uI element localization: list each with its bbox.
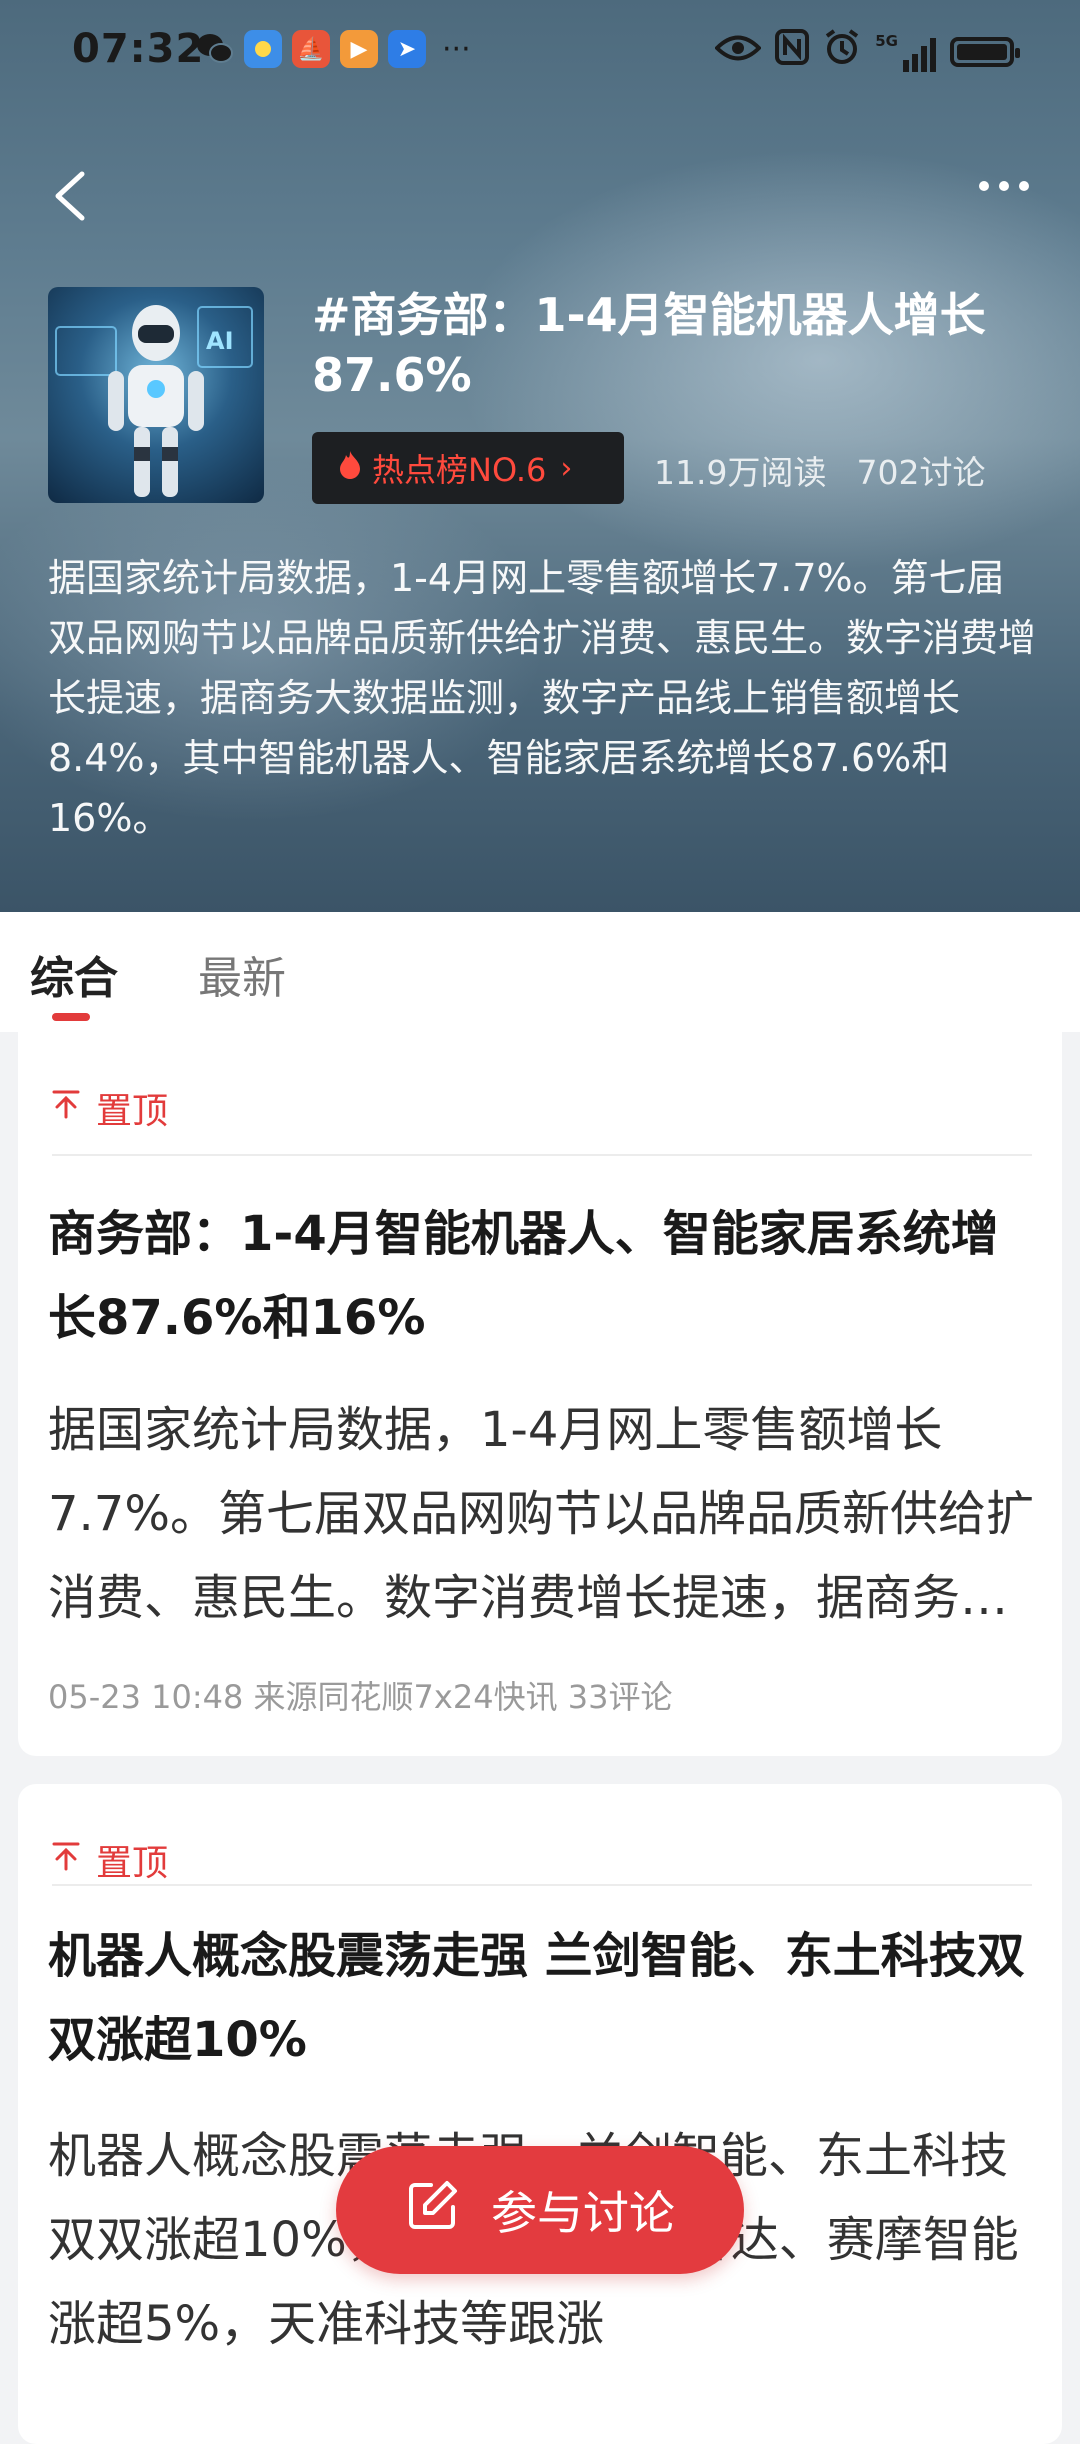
read-count: 11.9万阅读 [654,453,827,492]
topic-header: 07:32 ⛵ ▶ ➤ ··· 5G AI #商务部：1-4月智能机器人增长87… [0,0,1080,912]
edit-icon [405,2177,461,2244]
post-title[interactable]: 商务部：1-4月智能机器人、智能家居系统增长87.6%和16% [48,1192,1038,1360]
chevron-left-icon [55,171,85,221]
tab-bar: 综合 最新 [0,912,1080,1032]
divider [52,1154,1032,1156]
chevron-right-icon: › [560,450,573,486]
feather-icon: ➤ [388,30,426,68]
topic-description: 据国家统计局数据，1-4月网上零售额增长7.7%。第七届双品网购节以品牌品质新供… [48,556,1037,840]
pinned-label: 置顶 [52,1834,168,1886]
eye-icon [714,32,763,72]
topic-stats: 11.9万阅读 702讨论 [654,446,985,494]
tab-comprehensive[interactable]: 综合 [30,942,118,1006]
status-time: 07:32 [72,26,205,72]
signal-5g-icon: 5G [875,32,936,72]
active-tab-indicator [52,1013,90,1021]
video-icon: ▶ [340,30,378,68]
more-dots-icon [979,181,1029,191]
cover-ai-label: AI [206,327,234,355]
alarm-icon [823,28,861,75]
wechat-icon [196,30,234,68]
weather-icon [244,30,282,68]
nfc-icon [775,29,810,74]
pinned-label: 置顶 [52,1082,168,1134]
post-meta: 05-23 10:48 来源同花顺7x24快讯 33评论 [48,1678,673,1716]
back-button[interactable] [50,168,100,228]
pin-top-icon [52,1840,80,1880]
more-notifications-icon: ··· [442,31,471,67]
join-discussion-button[interactable]: 参与讨论 [336,2146,744,2274]
join-discussion-label: 参与讨论 [491,2186,675,2240]
flame-icon [338,449,362,487]
post-card[interactable]: 置顶 机器人概念股震荡走强 兰剑智能、东土科技双双涨超10% 机器人概念股震荡走… [18,1784,1062,2444]
topic-cover-image: AI [48,287,264,503]
post-excerpt[interactable]: 据国家统计局数据，1-4月网上零售额增长7.7%。第七届双品网购节以品牌品质新供… [48,1388,1038,1640]
notification-icons: ⛵ ▶ ➤ ··· [196,30,471,68]
status-bar: 07:32 ⛵ ▶ ➤ ··· 5G [0,0,1080,100]
sail-icon: ⛵ [292,30,330,68]
battery-icon [950,36,1020,67]
pin-text: 置顶 [96,1843,169,1884]
system-icons: 5G [714,28,1020,75]
hot-list-badge[interactable]: 热点榜NO.6 › [312,432,624,504]
robot-illustration: AI [55,305,253,497]
pin-top-icon [52,1088,80,1128]
pin-text: 置顶 [96,1091,169,1132]
more-options-button[interactable] [976,176,1036,216]
hot-list-label: 热点榜NO.6 [372,451,547,489]
discussion-count: 702讨论 [856,453,986,492]
post-card[interactable]: 置顶 商务部：1-4月智能机器人、智能家居系统增长87.6%和16% 据国家统计… [18,1032,1062,1756]
topic-title: #商务部：1-4月智能机器人增长87.6% [312,288,986,402]
post-title[interactable]: 机器人概念股震荡走强 兰剑智能、东土科技双双涨超10% [48,1914,1038,2082]
divider [52,1884,1032,1886]
tab-latest[interactable]: 最新 [198,942,286,1006]
